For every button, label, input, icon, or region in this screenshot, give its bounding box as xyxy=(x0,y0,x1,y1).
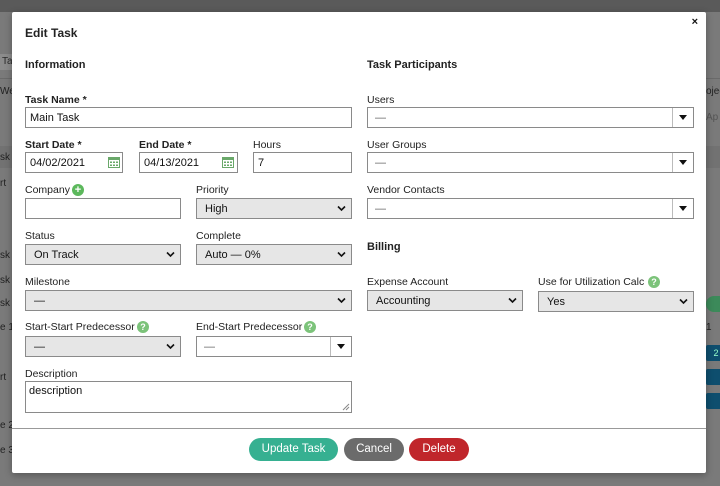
chevron-down-icon xyxy=(337,205,346,212)
background-badge xyxy=(706,296,720,312)
hours-label: Hours xyxy=(253,139,282,151)
vendor-contacts-dropdown-toggle[interactable] xyxy=(672,199,693,218)
milestone-select[interactable]: — xyxy=(25,290,352,311)
help-icon[interactable]: ? xyxy=(648,276,660,288)
background-chip xyxy=(706,393,720,409)
chevron-down-icon xyxy=(679,298,688,305)
utilization-label: Use for Utilization Calc xyxy=(538,276,645,288)
caret-down-icon xyxy=(679,115,687,120)
utilization-value: Yes xyxy=(547,296,565,308)
billing-heading: Billing xyxy=(367,241,401,253)
complete-label: Complete xyxy=(196,230,241,242)
close-icon[interactable]: × xyxy=(692,16,698,28)
expense-account-select[interactable]: Accounting xyxy=(367,290,523,311)
end-start-predecessor-label: End-Start Predecessor xyxy=(196,321,303,333)
add-company-icon[interactable]: + xyxy=(72,184,84,196)
modal-title: Edit Task xyxy=(25,26,78,40)
chevron-down-icon xyxy=(337,297,346,304)
user-groups-dropdown-toggle[interactable] xyxy=(672,153,693,172)
calendar-icon[interactable] xyxy=(108,156,120,168)
delete-button[interactable]: Delete xyxy=(409,438,469,461)
update-task-button[interactable]: Update Task xyxy=(249,438,338,461)
cancel-button[interactable]: Cancel xyxy=(344,438,404,461)
resize-handle-icon[interactable] xyxy=(342,403,350,411)
start-date-label: Start Date * xyxy=(25,139,82,151)
user-groups-value: — xyxy=(375,157,386,169)
start-start-predecessor-label: Start-Start Predecessor xyxy=(25,321,135,333)
calendar-icon[interactable] xyxy=(222,156,234,168)
background-text: Ap xyxy=(706,112,719,123)
milestone-value: — xyxy=(34,295,45,307)
end-start-predecessor-select[interactable]: — xyxy=(196,336,352,357)
participants-heading: Task Participants xyxy=(367,59,458,71)
chevron-down-icon xyxy=(166,343,175,350)
priority-value: High xyxy=(205,203,228,215)
help-icon[interactable]: ? xyxy=(137,321,149,333)
priority-select[interactable]: High xyxy=(196,198,352,219)
background-chip: 2 xyxy=(706,345,720,361)
background-text: sk xyxy=(0,152,10,163)
status-label: Status xyxy=(25,230,55,242)
users-dropdown-toggle[interactable] xyxy=(672,108,693,127)
chevron-down-icon xyxy=(508,297,517,304)
start-start-predecessor-select[interactable]: — xyxy=(25,336,181,357)
background-chip xyxy=(706,369,720,385)
vendor-contacts-label: Vendor Contacts xyxy=(367,184,445,196)
help-icon[interactable]: ? xyxy=(304,321,316,333)
caret-down-icon xyxy=(337,344,345,349)
milestone-label: Milestone xyxy=(25,276,70,288)
company-label: Company xyxy=(25,184,70,196)
description-textarea[interactable]: description xyxy=(25,381,352,413)
chevron-down-icon xyxy=(166,251,175,258)
status-value: On Track xyxy=(34,249,79,261)
user-groups-select[interactable]: — xyxy=(367,152,694,173)
utilization-select[interactable]: Yes xyxy=(538,291,694,312)
chevron-down-icon xyxy=(337,251,346,258)
caret-down-icon xyxy=(679,206,687,211)
background-text: sk xyxy=(0,250,10,261)
end-start-predecessor-value: — xyxy=(204,341,215,353)
background-text: sk xyxy=(0,275,10,286)
background-text: sk xyxy=(0,298,10,309)
company-input[interactable] xyxy=(25,198,181,219)
hours-input[interactable] xyxy=(253,152,352,173)
complete-value: Auto — 0% xyxy=(205,249,261,261)
expense-account-value: Accounting xyxy=(376,295,431,307)
caret-down-icon xyxy=(679,160,687,165)
expense-account-label: Expense Account xyxy=(367,276,449,288)
information-heading: Information xyxy=(25,59,86,71)
background-text: rt xyxy=(0,372,7,383)
background-text: 1 xyxy=(706,322,712,333)
status-select[interactable]: On Track xyxy=(25,244,181,265)
background-topbar xyxy=(0,0,720,12)
start-start-predecessor-value: — xyxy=(34,341,45,353)
users-select[interactable]: — xyxy=(367,107,694,128)
vendor-contacts-select[interactable]: — xyxy=(367,198,694,219)
complete-select[interactable]: Auto — 0% xyxy=(196,244,352,265)
description-label: Description xyxy=(25,368,78,380)
task-name-input[interactable] xyxy=(25,107,352,128)
vendor-contacts-value: — xyxy=(375,203,386,215)
end-date-label: End Date * xyxy=(139,139,192,151)
background-text: rt xyxy=(0,178,7,189)
users-label: Users xyxy=(367,94,395,106)
user-groups-label: User Groups xyxy=(367,139,427,151)
end-start-dropdown-toggle[interactable] xyxy=(330,337,351,356)
priority-label: Priority xyxy=(196,184,229,196)
users-value: — xyxy=(375,112,386,124)
footer-divider xyxy=(12,428,706,429)
task-name-label: Task Name * xyxy=(25,94,87,106)
edit-task-modal: × Edit Task Information Task Participant… xyxy=(12,12,706,473)
background-text: ojec xyxy=(706,86,720,97)
